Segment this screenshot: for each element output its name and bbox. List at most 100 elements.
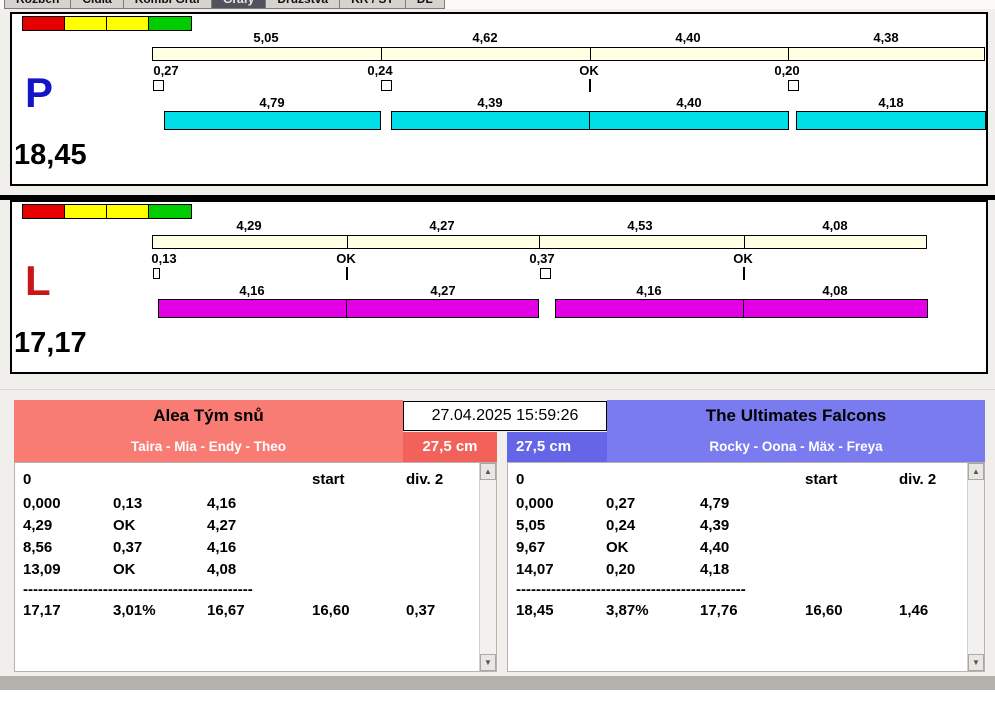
tab-dl[interactable]: DL [404, 0, 445, 9]
light-yellow-1 [65, 17, 107, 30]
right-team-results-list[interactable]: 0 start div. 2 0,000 0,27 4,79 5,05 0,24… [507, 462, 985, 672]
cell: 16,67 [207, 602, 245, 619]
segment-divider [381, 48, 382, 60]
lane-panel-right: 5,05 4,62 4,40 4,38 0,27 0,24 OK 0,20 4,… [10, 12, 988, 186]
crossing-time-label: 0,20 [774, 63, 800, 78]
scroll-down-button[interactable]: ▼ [480, 654, 496, 671]
crossing-checkbox[interactable] [788, 80, 799, 91]
cell: div. 2 [899, 471, 937, 488]
cumulative-time-bar [152, 235, 927, 249]
lane-total-left: 17,17 [14, 327, 87, 359]
scrollbar[interactable]: ▲ ▼ [479, 463, 496, 671]
results-header-row: 0 start div. 2 [15, 471, 479, 491]
cell: 4,40 [700, 539, 730, 556]
segment-divider [744, 236, 745, 248]
tab-kr-st[interactable]: KR / ST [339, 0, 405, 9]
scroll-down-button[interactable]: ▼ [968, 654, 984, 671]
cell: 0,000 [23, 495, 61, 512]
totals-row: 17,17 3,01% 16,67 16,60 0,37 [15, 602, 479, 622]
cell: 5,05 [516, 517, 546, 534]
dog-run-bar [796, 111, 986, 130]
right-team-name: The Ultimates Falcons [705, 406, 887, 425]
tab-cidla[interactable]: Cidla [70, 0, 123, 9]
start-lights [22, 204, 192, 219]
light-green [149, 17, 191, 30]
tab-rozbeh[interactable]: Rozbeh [4, 0, 71, 9]
crossing-checkbox[interactable] [153, 268, 160, 279]
dog-time-label: 4,79 [259, 95, 285, 110]
cell: start [805, 471, 838, 488]
cell: 14,07 [516, 561, 554, 578]
result-row: 4,29 OK 4,27 [15, 517, 479, 537]
dog-time-label: 4,08 [822, 283, 848, 298]
separator-row: ----------------------------------------… [508, 581, 967, 601]
teams-section: Alea Tým snů 27.04.2025 15:59:26 The Ult… [14, 400, 985, 672]
result-row: 14,07 0,20 4,18 [508, 561, 967, 581]
result-row: 0,000 0,27 4,79 [508, 495, 967, 515]
cell: 17,17 [23, 602, 61, 619]
start-lights [22, 16, 192, 31]
dog-time-label: 4,39 [477, 95, 503, 110]
crossing-time-label: 0,13 [151, 251, 177, 266]
tab-strip: Rozbeh Cidla Kombi Graf Grafy Družstva K… [0, 0, 995, 9]
crossing-time-label: OK [336, 251, 356, 266]
tab-druzstva[interactable]: Družstva [265, 0, 340, 9]
scroll-up-button[interactable]: ▲ [480, 463, 496, 480]
cell: 0,37 [406, 602, 436, 619]
dog-run-bar [391, 111, 590, 130]
separator-row: ----------------------------------------… [15, 581, 479, 601]
cell: OK [113, 561, 136, 578]
right-team-jump-height: 27,5 cm [507, 432, 607, 462]
cell: OK [606, 539, 629, 556]
cell: 3,87% [606, 602, 649, 619]
result-row: 13,09 OK 4,08 [15, 561, 479, 581]
split-time-label: 4,29 [236, 218, 262, 233]
tab-grafy[interactable]: Grafy [211, 0, 266, 9]
ok-tick-mark [743, 267, 745, 280]
crossing-time-label: 0,27 [153, 63, 179, 78]
dog-run-bar [164, 111, 381, 130]
dog-time-label: 4,16 [239, 283, 265, 298]
split-time-label: 4,62 [472, 30, 498, 45]
crossing-checkbox[interactable] [540, 268, 551, 279]
dashed-line: ----------------------------------------… [516, 581, 746, 598]
tab-kombi-graf[interactable]: Kombi Graf [122, 0, 212, 9]
light-red [23, 17, 65, 30]
scrollbar[interactable]: ▲ ▼ [967, 463, 984, 671]
dashed-line: ----------------------------------------… [23, 581, 253, 598]
left-team-name: Alea Tým snů [153, 406, 264, 425]
crossing-time-label: 0,37 [529, 251, 555, 266]
section-divider [0, 389, 995, 390]
cell: OK [113, 517, 136, 534]
dog-time-label: 4,18 [878, 95, 904, 110]
scroll-up-button[interactable]: ▲ [968, 463, 984, 480]
left-team-results-list[interactable]: 0 start div. 2 0,000 0,13 4,16 4,29 OK 4… [14, 462, 497, 672]
left-team-jump-height: 27,5 cm [403, 432, 497, 462]
result-row: 8,56 0,37 4,16 [15, 539, 479, 559]
cell: 0 [23, 471, 32, 488]
cell: 0,24 [606, 517, 636, 534]
lane-letter-right: P [25, 69, 54, 116]
cell: 0,13 [113, 495, 143, 512]
cell: 18,45 [516, 602, 554, 619]
window-bottom-bar [0, 676, 995, 690]
ok-tick-mark [589, 79, 591, 92]
results-header-row: 0 start div. 2 [508, 471, 967, 491]
totals-row: 18,45 3,87% 17,76 16,60 1,46 [508, 602, 967, 622]
segment-divider [347, 236, 348, 248]
ok-tick-mark [346, 267, 348, 280]
left-team-header: Alea Tým snů [14, 400, 403, 432]
cell: 0,37 [113, 539, 143, 556]
cell: 0 [516, 471, 525, 488]
app-window: Rozbeh Cidla Kombi Graf Grafy Družstva K… [0, 0, 995, 690]
dog-run-bar [589, 111, 789, 130]
right-team-subheader: 27,5 cm Rocky - Oona - Mäx - Freya [507, 432, 985, 462]
segment-divider [788, 48, 789, 60]
cell: 4,79 [700, 495, 730, 512]
split-time-label: 4,08 [822, 218, 848, 233]
cell: 0,000 [516, 495, 554, 512]
crossing-checkbox[interactable] [153, 80, 164, 91]
cell: 4,27 [207, 517, 237, 534]
crossing-checkbox[interactable] [381, 80, 392, 91]
left-team-members: Taira - Mia - Endy - Theo [130, 439, 286, 454]
